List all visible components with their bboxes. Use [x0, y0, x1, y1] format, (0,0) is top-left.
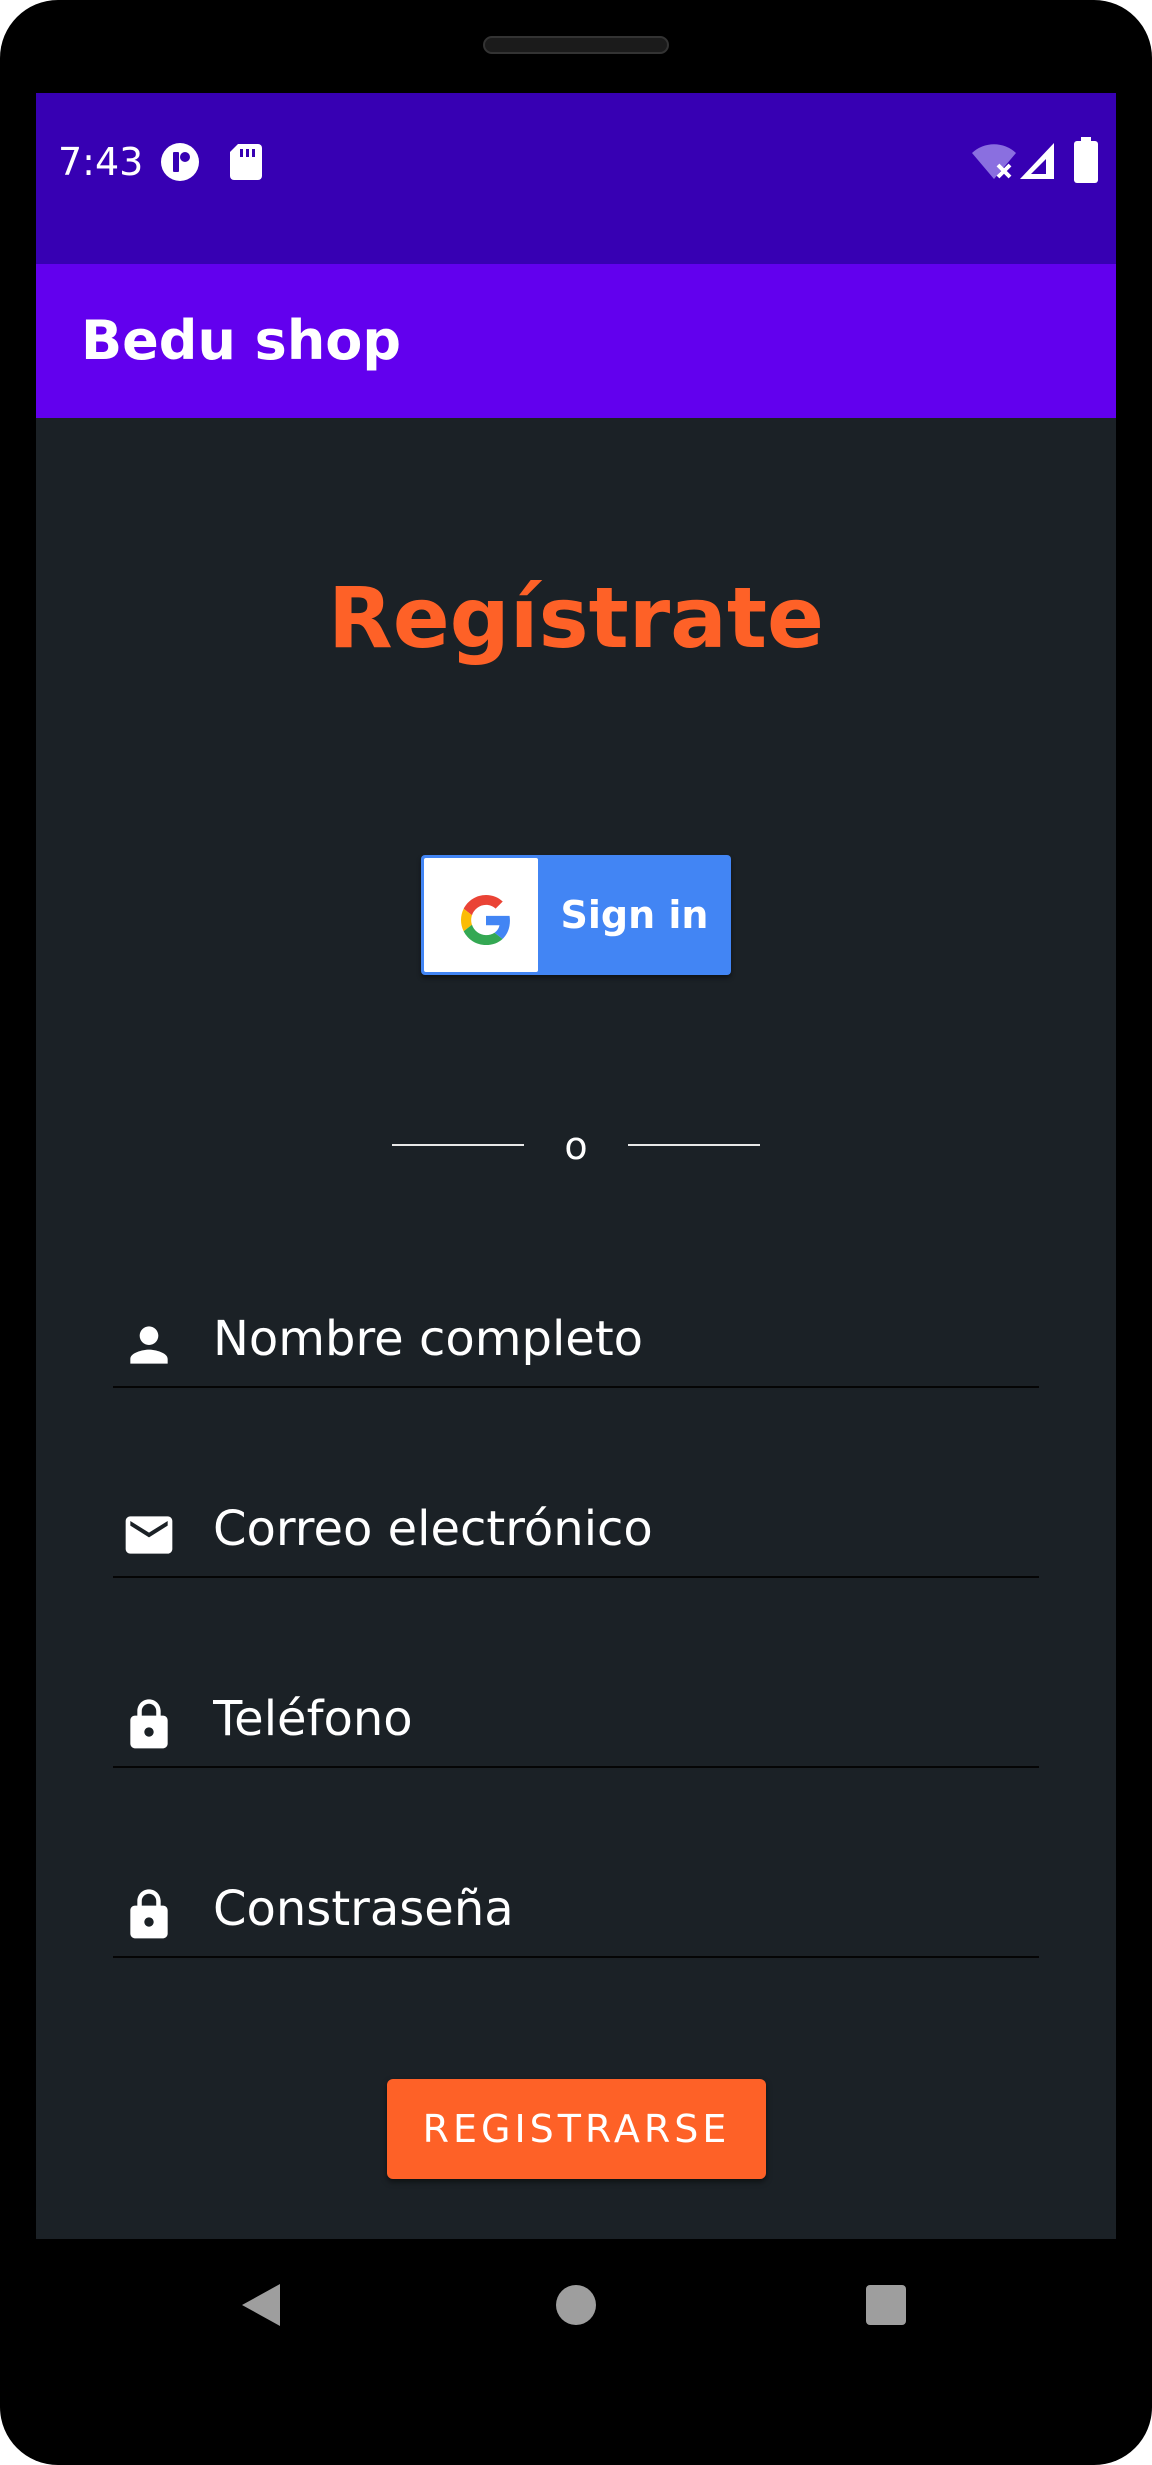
earpiece-speaker	[483, 36, 669, 54]
password-underline	[113, 1956, 1039, 1958]
full-name-underline	[113, 1386, 1039, 1388]
cell-signal-icon	[1020, 143, 1054, 179]
lock-icon	[130, 1889, 168, 1939]
app-bar: Bedu shop	[36, 264, 1116, 418]
phone-input[interactable]	[213, 1687, 1033, 1751]
google-sign-in-label: Sign in	[560, 893, 709, 937]
sd-card-icon	[230, 144, 262, 180]
full-name-input[interactable]	[213, 1307, 1033, 1371]
status-time: 7:43	[58, 140, 144, 184]
status-bar: 7:43	[36, 93, 1116, 264]
password-field	[113, 1859, 1039, 1959]
device-frame: 7:43 Bedu shop Regístrate Sign in o Nomb…	[0, 0, 1152, 2465]
back-icon[interactable]	[240, 2282, 282, 2328]
wifi-off-icon	[972, 144, 1016, 179]
email-input[interactable]	[213, 1497, 1033, 1561]
divider-line-left	[392, 1144, 524, 1146]
recents-icon[interactable]	[866, 2285, 906, 2325]
home-icon[interactable]	[555, 2284, 597, 2326]
phone-underline	[113, 1766, 1039, 1768]
app-title: Bedu shop	[81, 309, 402, 372]
register-button[interactable]: REGISTRARSE	[387, 2079, 766, 2179]
navigation-bar	[0, 2239, 1152, 2374]
email-field	[113, 1479, 1039, 1579]
email-icon	[125, 1516, 173, 1554]
full-name-field	[113, 1289, 1039, 1389]
screen: 7:43 Bedu shop Regístrate Sign in o Nomb…	[36, 93, 1116, 2239]
google-sign-in-button[interactable]: Sign in	[421, 855, 731, 975]
divider-line-right	[628, 1144, 760, 1146]
battery-icon	[1074, 137, 1098, 183]
password-input[interactable]	[213, 1877, 1033, 1941]
phone-field	[113, 1669, 1039, 1769]
page-title: Regístrate	[328, 569, 824, 667]
divider-text: o	[564, 1124, 588, 1168]
email-underline	[113, 1576, 1039, 1578]
person-icon	[130, 1326, 168, 1364]
lock-icon	[130, 1699, 168, 1749]
google-g-icon	[461, 895, 510, 945]
google-logo-box	[424, 858, 538, 972]
app-notification-icon	[161, 143, 199, 181]
